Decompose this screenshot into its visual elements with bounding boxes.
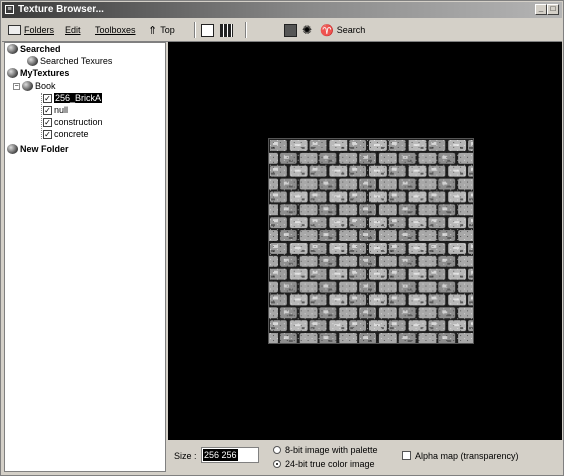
checkbox-icon[interactable]: ✓ [43, 93, 52, 103]
globe-icon [7, 144, 18, 154]
texture-properties-bar: Size : 256 256 8-bit image with palette … [168, 441, 562, 475]
edit-icon [201, 23, 214, 37]
grid-icon [220, 23, 233, 37]
toolbar-separator [245, 22, 247, 38]
tree-label: 256_BrickA [54, 93, 103, 103]
tree-node-searched[interactable]: Searched [7, 44, 61, 54]
top-button[interactable]: ⇑ Top [148, 21, 175, 39]
edit-label: Edit [65, 25, 81, 35]
tree-label: MyTextures [20, 68, 70, 78]
texture-button[interactable] [284, 21, 297, 39]
minimize-button[interactable]: _ [535, 4, 547, 15]
window-title: Texture Browser... [18, 4, 104, 15]
toolbar: Folders Edit Toolboxes ⇑ Top ✺ ♈ Search [2, 19, 562, 42]
tree-label: Searched Texures [40, 56, 113, 66]
radio-8bit[interactable] [273, 446, 281, 454]
app-icon: ≡ [5, 5, 14, 14]
search-button[interactable]: ♈ Search [320, 21, 365, 39]
search-label: Search [336, 25, 366, 35]
gear-icon: ✺ [302, 23, 313, 37]
tree-label: New Folder [20, 144, 69, 154]
globe-icon [22, 81, 33, 91]
tree-connector [41, 93, 42, 139]
grid-view-button[interactable] [220, 21, 233, 39]
maximize-button[interactable]: □ [547, 4, 559, 15]
tree-item-null[interactable]: ✓ null [43, 105, 68, 115]
texture-icon [284, 23, 297, 37]
tree-node-searched-texures[interactable]: Searched Texures [27, 56, 112, 66]
tree-node-new-folder[interactable]: New Folder [7, 144, 69, 154]
toolboxes-menu[interactable]: Toolboxes [95, 21, 136, 39]
alpha-checkbox[interactable] [402, 451, 411, 460]
checkbox-icon[interactable]: ✓ [43, 117, 52, 127]
tree-label: Searched [20, 44, 61, 54]
top-label: Top [160, 25, 175, 35]
size-value: 256 256 [203, 449, 238, 461]
tree-label: Book [35, 81, 56, 91]
option-24bit-label: 24-bit true color image [285, 459, 375, 469]
tree-node-book[interactable]: − Book [13, 81, 56, 91]
checkbox-icon[interactable]: ✓ [43, 129, 52, 139]
checkbox-icon[interactable]: ✓ [43, 105, 52, 115]
toolbar-separator [194, 22, 196, 38]
brick-texture-image [268, 138, 474, 344]
texture-browser-window: ≡ Texture Browser... _ □ Folders Edit To… [0, 0, 564, 476]
tree-node-mytextures[interactable]: MyTextures [7, 68, 69, 78]
texture-tree[interactable]: Searched Searched Texures MyTextures − B… [4, 42, 166, 472]
folder-icon [8, 25, 21, 35]
tree-item-256-bricka[interactable]: ✓ 256_BrickA [43, 93, 103, 103]
tree-label: construction [54, 117, 103, 127]
folders-label: Folders [24, 25, 55, 35]
globe-icon [7, 44, 18, 54]
tree-label: concrete [54, 129, 89, 139]
tree-label: null [54, 105, 69, 115]
texture-preview[interactable] [168, 42, 562, 440]
tree-item-concrete[interactable]: ✓ concrete [43, 129, 89, 139]
top-arrow-icon: ⇑ [148, 24, 158, 37]
toolboxes-label: Toolboxes [95, 25, 136, 35]
size-field[interactable]: 256 256 [201, 447, 259, 463]
globe-icon [7, 68, 18, 78]
globe-icon [27, 56, 38, 66]
alpha-label: Alpha map (transparency) [415, 451, 519, 461]
settings-button[interactable]: ✺ [302, 21, 312, 39]
title-bar[interactable]: ≡ Texture Browser... _ □ [2, 2, 562, 18]
binoculars-icon: ♈ [320, 24, 334, 37]
radio-24bit[interactable] [273, 460, 281, 468]
option-8bit-label: 8-bit image with palette [285, 445, 378, 455]
size-label: Size : [174, 451, 197, 461]
edit-texture-button[interactable] [201, 21, 214, 39]
tree-item-construction[interactable]: ✓ construction [43, 117, 103, 127]
folders-button[interactable]: Folders [8, 21, 54, 39]
collapse-icon[interactable]: − [13, 82, 20, 90]
edit-menu[interactable]: Edit [65, 21, 81, 39]
